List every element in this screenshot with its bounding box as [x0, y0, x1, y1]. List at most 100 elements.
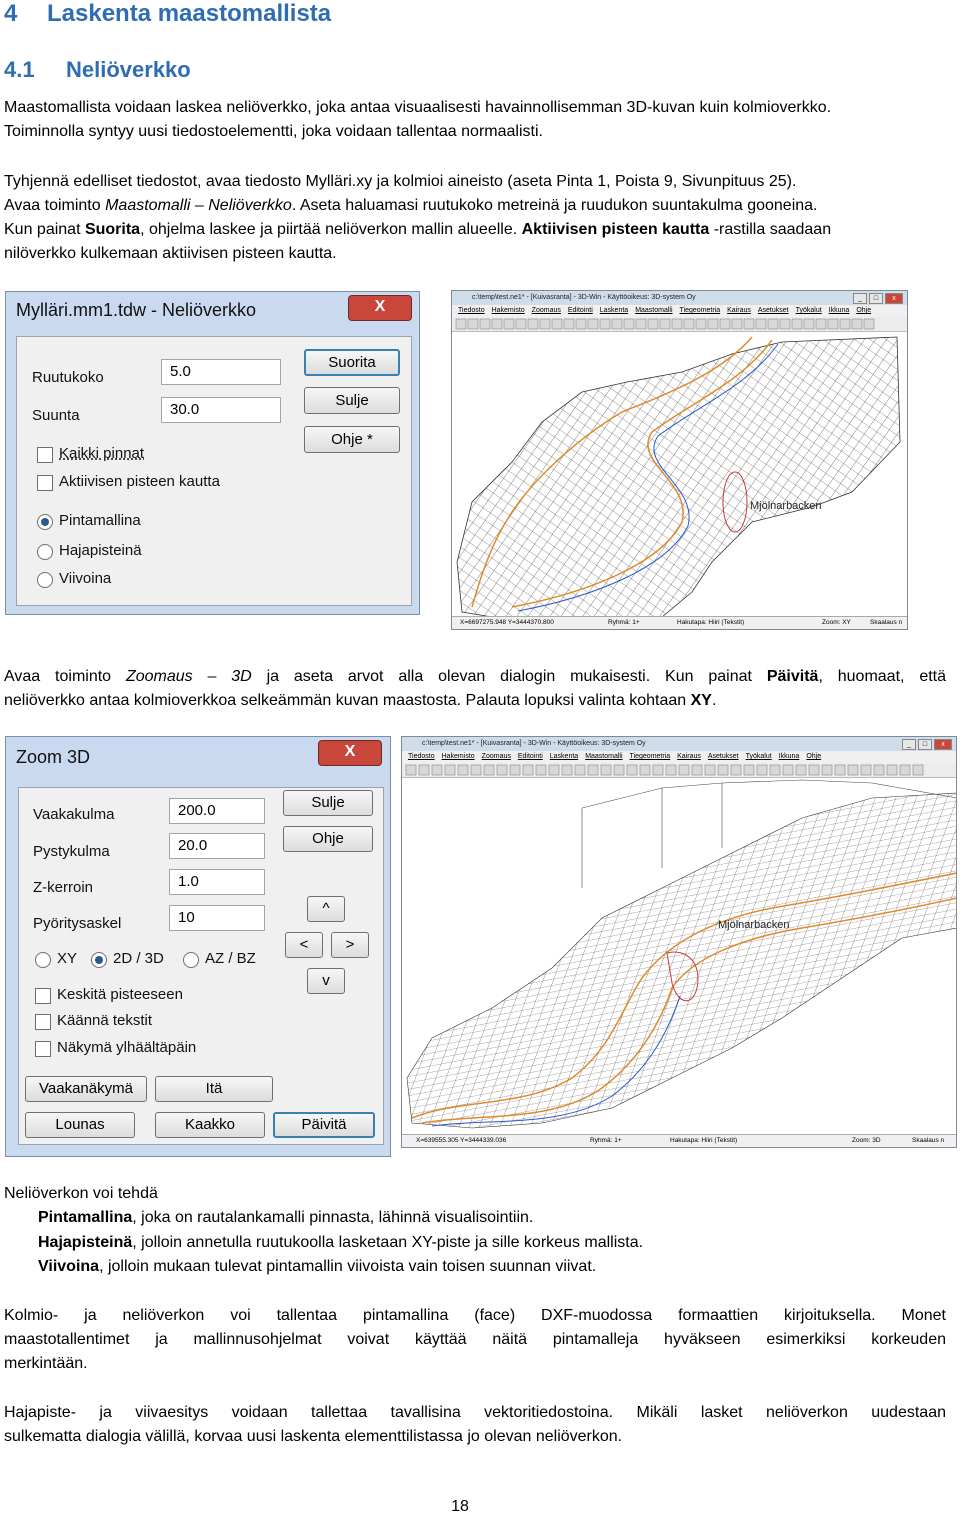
close-icon[interactable]: x: [934, 739, 952, 750]
3d-mesh-canvas[interactable]: Mjölnarbacken: [402, 778, 957, 1136]
export-line-3: merkintään.: [4, 1355, 88, 1372]
menu-item[interactable]: Editointi: [518, 753, 543, 760]
center-on-point-checkbox[interactable]: [35, 988, 51, 1004]
menu-item[interactable]: Ikkuna: [829, 307, 850, 314]
lines-radio[interactable]: [37, 572, 53, 588]
top-view-checkbox[interactable]: [35, 1041, 51, 1057]
text-run: Avaa toiminto: [4, 668, 126, 685]
menu-item[interactable]: Hakemisto: [442, 753, 475, 760]
rotation-step-input[interactable]: 10: [169, 905, 265, 931]
cell-size-input[interactable]: 5.0: [161, 359, 281, 385]
menu-item[interactable]: Ikkuna: [779, 753, 800, 760]
rotate-down-button[interactable]: v: [307, 968, 345, 994]
intro-paragraph: Maastomallista voidaan laskea neliöverkk…: [4, 96, 946, 144]
bold-term: Hajapisteinä: [38, 1234, 133, 1251]
instructions-line-1: Tyhjennä edelliset tiedostot, avaa tiedo…: [4, 173, 797, 190]
list-item: Viivoina, jolloin mukaan tulevat pintama…: [38, 1255, 596, 1279]
text-run: , jolloin mukaan tulevat pintamallin vii…: [99, 1258, 597, 1275]
menu-item[interactable]: Maastomalli: [585, 753, 622, 760]
toolbar-icons[interactable]: [402, 763, 957, 777]
chapter-heading: 4 Laskenta maastomallista: [4, 0, 331, 28]
maximize-icon[interactable]: □: [869, 293, 883, 304]
close-dialog-button[interactable]: Sulje: [283, 790, 373, 816]
close-button[interactable]: X: [348, 295, 412, 321]
chapter-number: 4: [4, 0, 18, 27]
scattered-points-radio[interactable]: [37, 544, 53, 560]
menu-item[interactable]: Kairaus: [727, 307, 751, 314]
active-point-checkbox[interactable]: [37, 475, 53, 491]
menu-item[interactable]: Zoomaus: [482, 753, 511, 760]
menu-item[interactable]: Ohje: [856, 307, 871, 314]
export-line-1: Kolmio- ja neliöverkon voi tallentaa pin…: [4, 1307, 946, 1324]
all-surfaces-checkbox[interactable]: [37, 447, 53, 463]
rotate-texts-checkbox[interactable]: [35, 1014, 51, 1030]
menu-item[interactable]: Laskenta: [550, 753, 578, 760]
help-button[interactable]: Ohje: [283, 826, 373, 852]
all-surfaces-label: Kaikki pinnat: [59, 445, 145, 462]
menu-item[interactable]: Editointi: [568, 307, 593, 314]
zoom-instructions-paragraph: Avaa toiminto Zoomaus – 3D ja aseta arvo…: [4, 665, 946, 713]
rotate-texts-label: Käännä tekstit: [57, 1012, 153, 1029]
vertical-angle-input[interactable]: 20.0: [169, 833, 265, 859]
close-dialog-button[interactable]: Sulje: [304, 387, 400, 414]
update-button[interactable]: Päivitä: [273, 1112, 375, 1138]
rotate-right-button[interactable]: >: [331, 932, 369, 958]
menu-item[interactable]: Tiegeometria: [680, 307, 721, 314]
vector-line-2: sulkematta dialogia välillä, korvaa uusi…: [4, 1428, 623, 1445]
window-title: c:\temp\test.ne1* - [Kuivasranta] - 3D-W…: [452, 291, 907, 305]
menu-item[interactable]: Tiegeometria: [630, 753, 671, 760]
list-intro: Neliöverkon voi tehdä: [4, 1185, 158, 1202]
vector-line-1: Hajapiste- ja viivaesitys voidaan tallet…: [4, 1404, 946, 1421]
horizontal-view-button[interactable]: Vaakanäkymä: [25, 1076, 147, 1102]
intro-line-1: Maastomallista voidaan laskea neliöverkk…: [4, 99, 832, 116]
menu-item[interactable]: Työkalut: [796, 307, 822, 314]
text-run: Avaa toiminto: [4, 197, 106, 214]
menu-item[interactable]: Tiedosto: [408, 753, 435, 760]
menu-item[interactable]: Asetukset: [758, 307, 789, 314]
surface-model-radio[interactable]: [37, 514, 53, 530]
close-button[interactable]: X: [318, 740, 382, 766]
z-factor-input[interactable]: 1.0: [169, 869, 265, 895]
maximize-icon[interactable]: □: [918, 739, 932, 750]
status-snap: Hakutapa: Hiiri (Tekstit): [677, 619, 745, 626]
xy-radio[interactable]: [35, 952, 51, 968]
menu-item[interactable]: Tiedosto: [458, 307, 485, 314]
plan-grid-canvas[interactable]: Mjölnarbacken: [452, 332, 908, 617]
menu-item[interactable]: Maastomalli: [635, 307, 672, 314]
status-bar: X=6697275.948 Y=3444370.800 Ryhmä: 1+ Ha…: [452, 616, 907, 629]
scattered-points-label: Hajapisteinä: [59, 542, 142, 559]
rotate-up-button[interactable]: ^: [307, 896, 345, 922]
window-controls: _ □ x: [851, 293, 903, 304]
menu-item[interactable]: Kairaus: [677, 753, 701, 760]
chapter-title: Laskenta maastomallista: [47, 0, 332, 27]
rotation-step-label: Pyöritysaskel: [33, 915, 122, 932]
southwest-button[interactable]: Lounas: [25, 1112, 135, 1138]
menu-bar: Tiedosto Hakemisto Zoomaus Editointi Laskent…: [402, 751, 956, 763]
bold-term: Suorita: [84, 221, 141, 238]
menu-item[interactable]: Laskenta: [600, 307, 628, 314]
window-controls: _ □ x: [900, 739, 952, 750]
menu-item[interactable]: Työkalut: [746, 753, 772, 760]
minimize-icon[interactable]: _: [853, 293, 867, 304]
direction-input[interactable]: 30.0: [161, 397, 281, 423]
minimize-icon[interactable]: _: [902, 739, 916, 750]
rotate-left-button[interactable]: <: [285, 932, 323, 958]
east-button[interactable]: Itä: [155, 1076, 273, 1102]
vertical-angle-label: Pystykulma: [33, 843, 110, 860]
menu-item[interactable]: Asetukset: [708, 753, 739, 760]
window-title: c:\temp\test.ne1* - [Kuivasranta] - 3D-W…: [402, 737, 956, 751]
southeast-button[interactable]: Kaakko: [155, 1112, 265, 1138]
menu-item[interactable]: Hakemisto: [492, 307, 525, 314]
az-bz-radio[interactable]: [183, 952, 199, 968]
zoom-3d-dialog: Zoom 3D X Vaakakulma 200.0 Pystykulma 20…: [5, 736, 391, 1157]
help-button[interactable]: Ohje *: [304, 426, 400, 453]
close-icon[interactable]: x: [885, 293, 903, 304]
horizontal-angle-input[interactable]: 200.0: [169, 798, 265, 824]
toolbar-icons[interactable]: [452, 317, 908, 331]
2d-3d-radio[interactable]: [91, 952, 107, 968]
menu-item[interactable]: Zoomaus: [532, 307, 561, 314]
instructions-line-3: Kun painat Suorita, ohjelma laskee ja pi…: [4, 218, 946, 242]
dialog-title: Mylläri.mm1.tdw - Neliöverkko: [16, 300, 257, 320]
run-button[interactable]: Suorita: [304, 349, 400, 376]
menu-item[interactable]: Ohje: [806, 753, 821, 760]
